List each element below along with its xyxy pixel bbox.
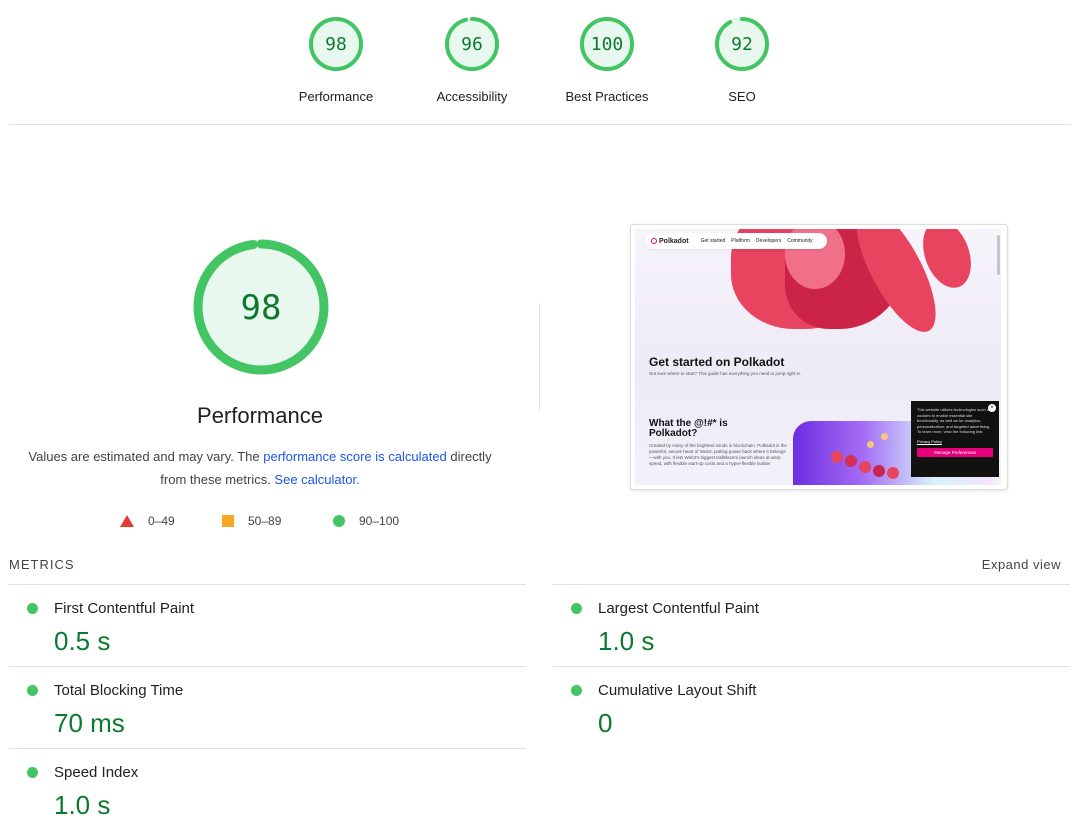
- polkadot-logo-icon: [651, 238, 657, 244]
- final-screenshot[interactable]: Polkadot Get started Platform Developers…: [630, 224, 1008, 490]
- legend-pass: 90–100: [333, 512, 399, 530]
- desc-text: Values are estimated and may vary. The: [28, 449, 264, 464]
- square-icon: [222, 515, 234, 527]
- decor-dot: [845, 455, 857, 467]
- site-body-text: Created by many of the brightest minds i…: [649, 443, 787, 466]
- polkadot-logo: Polkadot: [651, 238, 689, 245]
- metric-value: 1.0 s: [54, 790, 111, 820]
- pass-circle-icon: [571, 603, 582, 614]
- expand-view-toggle[interactable]: Expand view: [982, 557, 1061, 572]
- legend-average: 50–89: [222, 512, 281, 530]
- gauge-score: 100: [591, 34, 624, 55]
- triangle-icon: [120, 515, 134, 527]
- decor-dot: [873, 465, 885, 477]
- metric-name: Total Blocking Time: [54, 682, 184, 699]
- decor-dot: [867, 441, 874, 448]
- metric-name: Speed Index: [54, 764, 139, 781]
- legend-fail: 0–49: [120, 512, 175, 530]
- category-gauges: 98 Performance 96 Accessibility 100 Best…: [0, 0, 1080, 125]
- gauge-seo[interactable]: 92 SEO: [682, 16, 802, 104]
- gauge-score: 96: [461, 34, 483, 55]
- circle-icon: [333, 515, 345, 527]
- nav-item: Developers: [755, 238, 782, 244]
- scrollbar: [997, 235, 1000, 275]
- decor-dot: [887, 467, 899, 479]
- site-heading: Get started on Polkadot: [649, 355, 785, 369]
- metric-cumulative-layout-shift[interactable]: Cumulative Layout Shift 0: [553, 666, 1070, 748]
- pass-circle-icon: [27, 767, 38, 778]
- cookie-popup-text: This website utilizes technologies such …: [917, 407, 992, 434]
- manage-preferences-button: Manage Preferences: [917, 448, 993, 457]
- metric-value: 0: [598, 708, 613, 738]
- metric-speed-index[interactable]: Speed Index 1.0 s: [9, 748, 526, 830]
- metric-total-blocking-time[interactable]: Total Blocking Time 70 ms: [9, 666, 526, 748]
- nav-item: Get started: [700, 238, 726, 244]
- close-icon: ×: [988, 404, 996, 412]
- site-heading-2: What the @!#* is Polkadot?: [649, 418, 728, 439]
- gauge-performance[interactable]: 98 Performance: [276, 16, 396, 104]
- performance-main-gauge: 98: [193, 239, 329, 375]
- pass-circle-icon: [27, 603, 38, 614]
- gauge-label: Performance: [298, 89, 374, 104]
- gauge-ring: 92: [715, 17, 769, 71]
- vertical-divider: [539, 303, 540, 411]
- gauge-score: 98: [325, 34, 347, 55]
- metric-value: 0.5 s: [54, 626, 111, 656]
- site-nav: Polkadot Get started Platform Developers…: [645, 233, 827, 249]
- metric-name: Largest Contentful Paint: [598, 600, 759, 617]
- metric-value: 1.0 s: [598, 626, 655, 656]
- gauge-label: Best Practices: [565, 89, 649, 104]
- metric-largest-contentful-paint[interactable]: Largest Contentful Paint 1.0 s: [553, 584, 1070, 666]
- header-divider: [9, 124, 1071, 125]
- cookie-popup: × This website utilizes technologies suc…: [911, 401, 999, 477]
- performance-score-link[interactable]: performance score is calculated: [263, 449, 447, 464]
- pass-circle-icon: [27, 685, 38, 696]
- metrics-heading: METRICS: [9, 557, 75, 572]
- metric-value: 70 ms: [54, 708, 125, 738]
- metric-name: First Contentful Paint: [54, 600, 195, 617]
- decor-dot: [831, 451, 843, 463]
- gauge-ring: 96: [445, 17, 499, 71]
- metric-name: Cumulative Layout Shift: [598, 682, 757, 699]
- gauge-score: 92: [731, 34, 753, 55]
- site-subtext: Not sure where to start? This guide has …: [649, 371, 802, 376]
- performance-title: Performance: [197, 403, 323, 428]
- gauge-best-practices[interactable]: 100 Best Practices: [547, 16, 667, 104]
- gauge-label: SEO: [728, 89, 756, 104]
- legend-range: 0–49: [148, 514, 175, 528]
- metric-first-contentful-paint[interactable]: First Contentful Paint 0.5 s: [9, 584, 526, 666]
- decor-dot: [859, 461, 871, 473]
- legend-range: 90–100: [359, 514, 400, 528]
- nav-item: Platform: [731, 238, 750, 244]
- gauge-ring: 100: [580, 17, 634, 71]
- see-calculator-link[interactable]: See calculator.: [274, 472, 359, 487]
- gauge-accessibility[interactable]: 96 Accessibility: [412, 16, 532, 104]
- gauge-ring: 98: [309, 17, 363, 71]
- performance-description: Values are estimated and may vary. The p…: [20, 445, 500, 491]
- screenshot-page: Polkadot Get started Platform Developers…: [635, 229, 1001, 485]
- pass-circle-icon: [571, 685, 582, 696]
- decor-dot: [881, 433, 888, 440]
- gauge-label: Accessibility: [436, 89, 508, 104]
- privacy-policy-link: Privacy Policy: [917, 438, 942, 444]
- nav-item: Community: [787, 238, 813, 244]
- performance-main-score: 98: [241, 288, 282, 328]
- legend-range: 50–89: [248, 514, 282, 528]
